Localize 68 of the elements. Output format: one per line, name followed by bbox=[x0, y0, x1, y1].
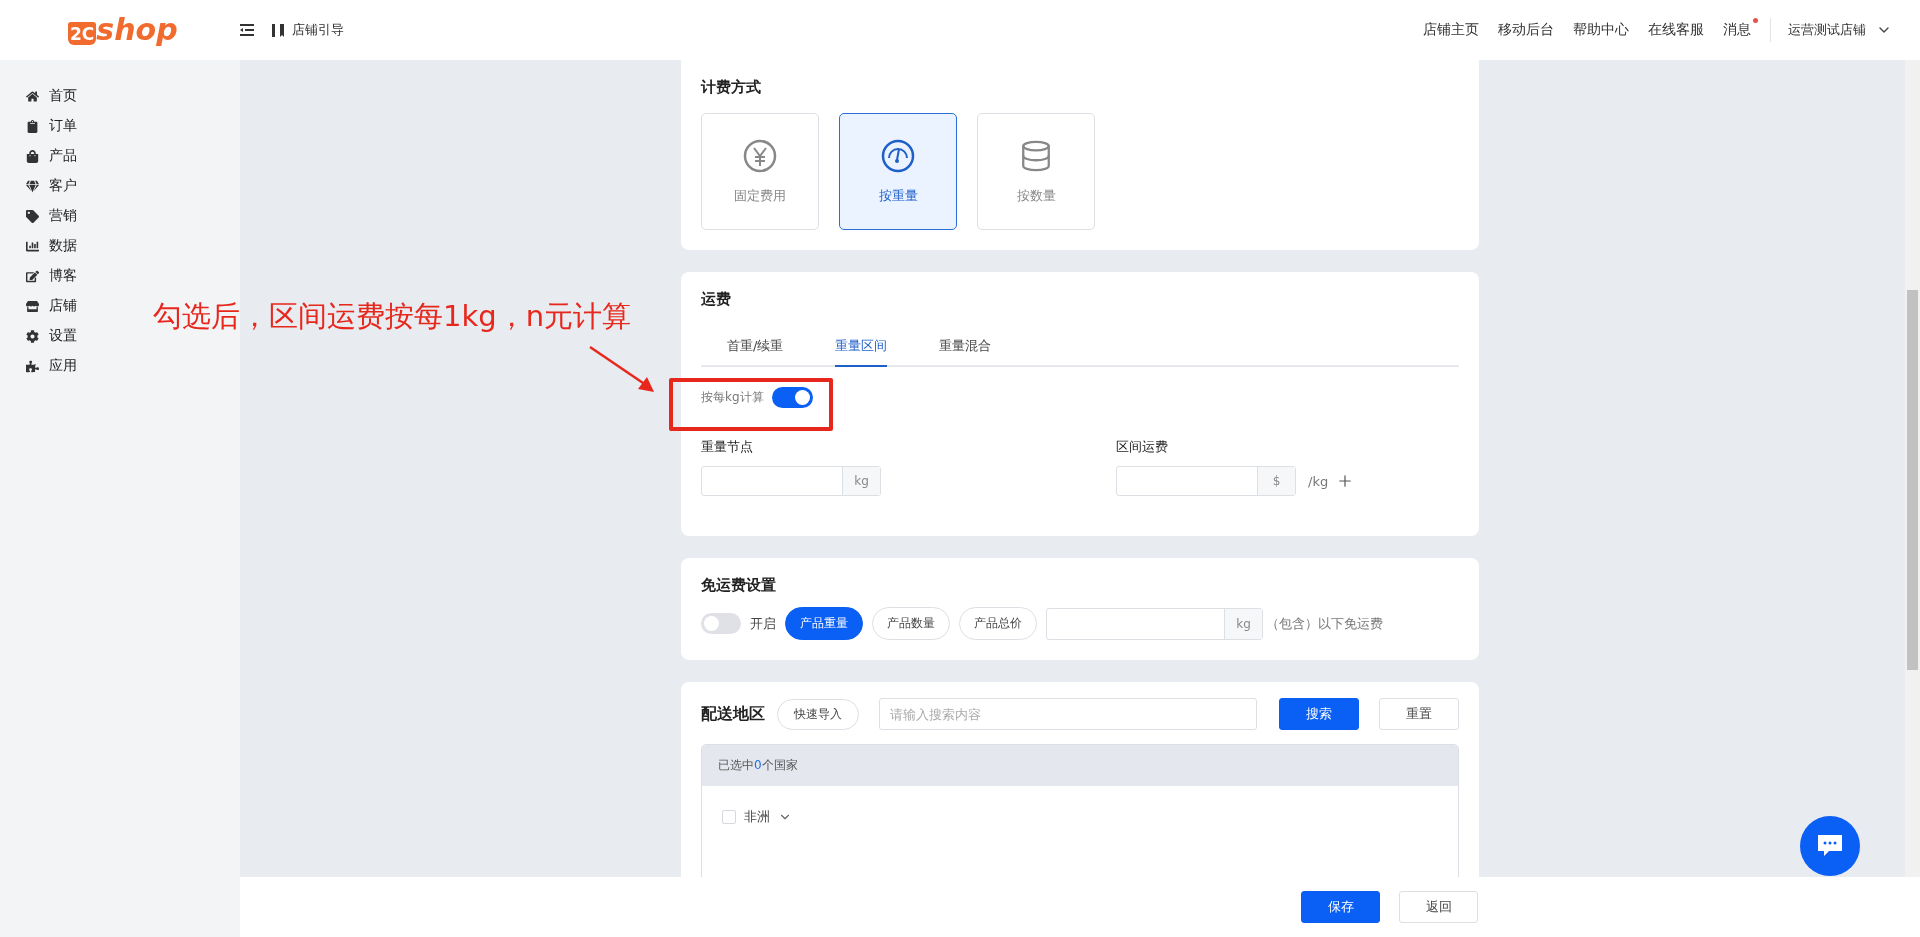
search-field[interactable]: 请输入搜索内容 bbox=[879, 698, 1257, 730]
tab[interactable]: 重量区间 bbox=[835, 337, 888, 367]
bag-icon bbox=[26, 149, 39, 163]
edit-icon bbox=[26, 269, 39, 283]
annotation-text: 勾选后，区间运费按每1kg，n元计算 bbox=[153, 298, 632, 335]
tab[interactable]: 重量混合 bbox=[939, 337, 992, 367]
chat-button[interactable] bbox=[1800, 816, 1860, 876]
billing-option[interactable]: 固定费用 bbox=[701, 113, 819, 230]
billing-option[interactable]: 按数量 bbox=[977, 113, 1095, 230]
store-guide-link[interactable]: 店铺引导 bbox=[292, 21, 344, 39]
tag-icon bbox=[26, 209, 39, 223]
unit-text: /kg bbox=[1308, 473, 1329, 489]
free-shipping-note: （包含）以下免运费 bbox=[1266, 614, 1383, 633]
bar-chart-icon bbox=[26, 239, 39, 253]
logo-text: shop bbox=[96, 15, 178, 45]
diamond-icon bbox=[26, 179, 39, 193]
criterion-pill[interactable]: 产品数量 bbox=[872, 607, 950, 640]
toggle-label: 按每kg计算 bbox=[701, 389, 764, 406]
gauge-icon bbox=[881, 138, 915, 173]
messages-link[interactable]: 消息 bbox=[1723, 21, 1751, 39]
section-title: 配送地区 bbox=[701, 703, 765, 725]
header-link[interactable]: 帮助中心 bbox=[1573, 21, 1629, 39]
toggle-switch[interactable] bbox=[771, 387, 813, 408]
save-button[interactable]: 保存 bbox=[1301, 891, 1380, 923]
sidebar-item[interactable]: 数据 bbox=[26, 231, 77, 261]
sidebar-item[interactable]: 订单 bbox=[26, 111, 77, 141]
header-link[interactable]: 店铺主页 bbox=[1423, 21, 1479, 39]
section-title: 运费 bbox=[701, 290, 732, 309]
region-label[interactable]: 非洲 bbox=[744, 808, 770, 826]
toggle-switch[interactable] bbox=[701, 613, 741, 634]
scrollbar[interactable] bbox=[1905, 60, 1920, 877]
sidebar-item[interactable]: 产品 bbox=[26, 141, 77, 171]
section-title: 免运费设置 bbox=[701, 576, 777, 595]
selected-count-text: 已选中0个国家 bbox=[718, 757, 798, 774]
menu-icon[interactable] bbox=[240, 24, 254, 36]
sidebar-item[interactable]: 营销 bbox=[26, 201, 77, 231]
sidebar-item[interactable]: 应用 bbox=[26, 351, 77, 381]
header-link[interactable]: 移动后台 bbox=[1498, 21, 1554, 39]
criterion-pill[interactable]: 产品总价 bbox=[959, 607, 1037, 640]
header-link[interactable]: 在线客服 bbox=[1648, 21, 1704, 39]
clipboard-icon bbox=[26, 119, 39, 133]
store-icon bbox=[26, 299, 39, 313]
section-title: 计费方式 bbox=[701, 78, 762, 97]
book-icon bbox=[272, 23, 284, 37]
yen-icon bbox=[743, 138, 777, 173]
billing-option[interactable]: 按重量 bbox=[839, 113, 957, 230]
toggle-label: 开启 bbox=[750, 614, 776, 633]
database-icon bbox=[1019, 138, 1053, 173]
puzzle-icon bbox=[26, 359, 39, 373]
logo-mark: 2C bbox=[68, 22, 97, 45]
settings-icon bbox=[26, 329, 39, 343]
back-button[interactable]: 返回 bbox=[1399, 891, 1478, 923]
checkbox[interactable] bbox=[722, 810, 736, 824]
sidebar-item[interactable]: 博客 bbox=[26, 261, 77, 291]
sidebar-item[interactable]: 客户 bbox=[26, 171, 77, 201]
reset-button[interactable]: 重置 bbox=[1379, 698, 1459, 730]
home-icon bbox=[26, 89, 39, 103]
tab[interactable]: 首重/续重 bbox=[727, 337, 784, 367]
field-label: 重量节点 bbox=[701, 438, 753, 456]
criterion-pill[interactable]: 产品重量 bbox=[785, 607, 863, 640]
sidebar-item[interactable]: 设置 bbox=[26, 321, 77, 351]
sidebar-item[interactable]: 店铺 bbox=[26, 291, 77, 321]
field-label: 区间运费 bbox=[1116, 438, 1168, 456]
store-menu[interactable]: 运营测试店铺 bbox=[1788, 21, 1892, 39]
chat-icon bbox=[1818, 835, 1842, 857]
quick-import-button[interactable]: 快速导入 bbox=[777, 698, 859, 730]
sidebar-item[interactable]: 首页 bbox=[26, 81, 77, 111]
search-button[interactable]: 搜索 bbox=[1279, 698, 1359, 730]
